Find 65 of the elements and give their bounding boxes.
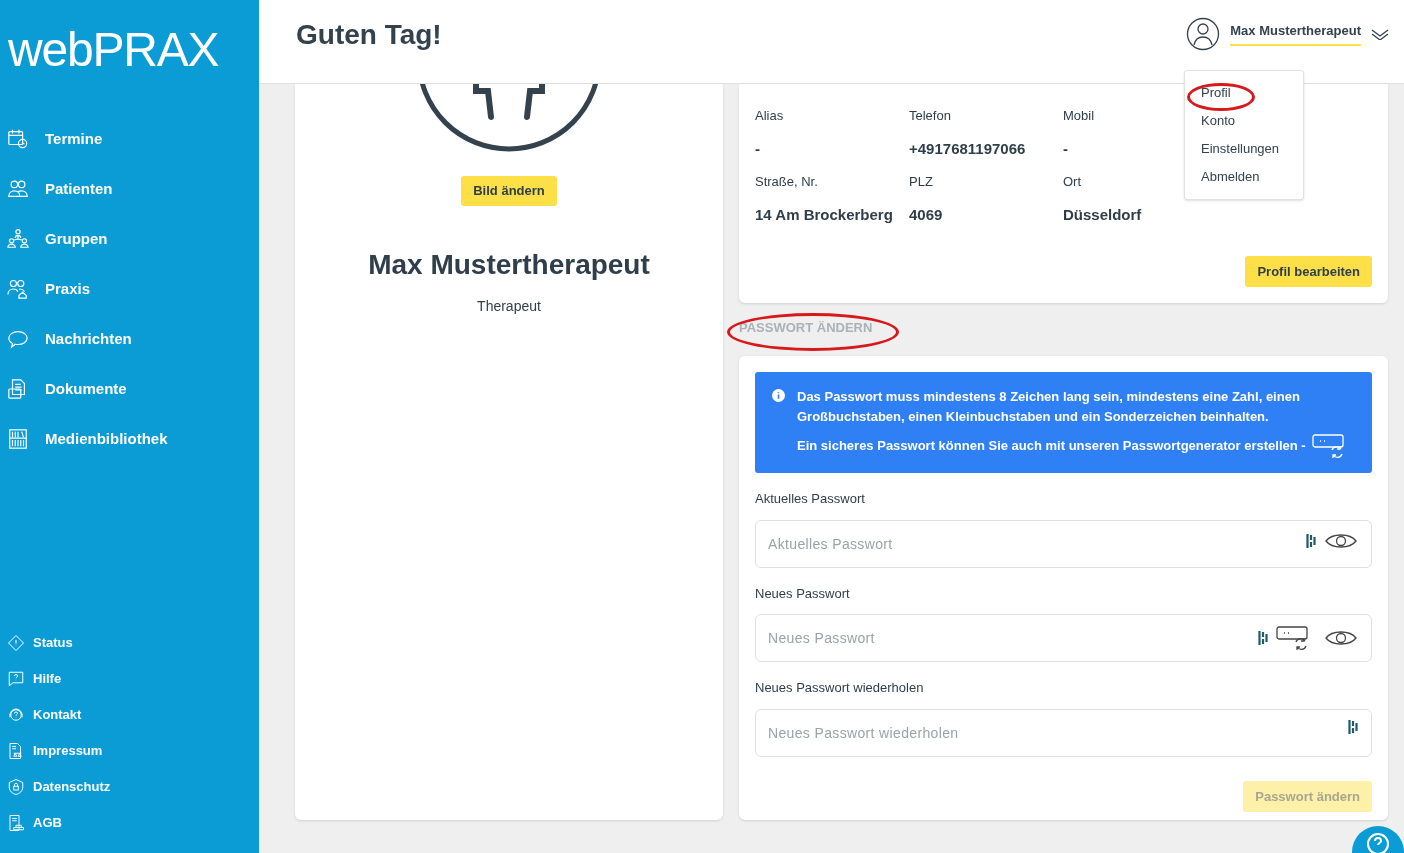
field-value: 14 Am Brockerberg [755,204,894,225]
library-icon [7,428,29,450]
footer-link[interactable]: Hilfe [0,661,259,697]
field-label: Straße, Nr. [755,173,819,191]
password-field[interactable]: Neues Passwort wiederholen [755,708,1372,757]
footer-link[interactable]: Impressum [0,733,259,769]
nav-item[interactable]: Dokumente [0,364,259,414]
field-value: 4069 [909,204,944,225]
user-menu-button[interactable]: Max Mustertherapeut [1230,20,1361,47]
menu-item[interactable]: Abmelden [1185,163,1303,191]
eye-icon[interactable] [1324,628,1358,648]
user-icon[interactable] [1186,16,1221,51]
edit-profile-button[interactable]: Profil bearbeiten [1245,255,1372,287]
info-text: Das Passwort muss mindestens 8 Zeichen lang sein, mindestens eine Zahl, einen Großbuchstaben, einen Kleinbuchstaben und ein Sonderzeichen beinhalten. [797,388,1301,426]
nav-item[interactable]: Praxis [0,264,259,314]
field-label: Neues Passwort wiederholen [755,679,925,697]
logo: webPRAX [7,22,220,78]
nav-item[interactable]: Patienten [0,164,259,214]
section-heading: PASSWORT ÄNDERN [739,318,873,337]
info-text: Ein sicheres Passwort können Sie auch mit unseren Passwortgenerator erstellen - [797,437,1306,456]
change-password-button: Passwort ändern [1243,780,1372,812]
footer-link[interactable]: Datenschutz [0,769,259,805]
nav-item[interactable]: Termine [0,114,259,164]
group-icon [7,228,29,250]
practice-icon [7,278,29,300]
field-label: PLZ [909,173,934,191]
change-picture-button[interactable]: Bild ändern [461,176,557,206]
page-title: Guten Tag! [296,17,442,52]
menu-item[interactable]: Konto [1185,107,1303,135]
field-value: Düsseldorf [1063,204,1143,225]
field-label: Telefon [909,107,952,125]
nav-item[interactable]: Gruppen [0,214,259,264]
footer-link[interactable]: AGB [0,805,259,841]
menu-item[interactable]: Profil [1185,79,1303,107]
strength-icon [1348,719,1358,734]
field-label: Neues Passwort [755,584,851,603]
nav-item[interactable]: Medienbibliothek [0,414,259,464]
help-icon [1366,832,1390,853]
profile-name: Max Mustertherapeut [368,247,650,282]
headset-icon [7,706,25,724]
password-generator-icon[interactable] [1311,433,1346,459]
people-icon [7,178,29,200]
menu-item[interactable]: Einstellungen [1185,135,1303,163]
scale-icon [7,742,25,760]
contract-icon [7,814,25,832]
help-icon [7,670,25,688]
password-field[interactable]: Aktuelles Passwort [755,519,1372,568]
calendar-icon [7,128,29,150]
strength-icon [1306,533,1316,548]
info-icon [772,389,785,402]
field-label: Aktuelles Passwort [755,490,866,508]
chat-icon [7,328,29,350]
footer-link[interactable]: Status [0,625,259,661]
field-label: Alias [755,107,785,125]
password-field[interactable]: Neues Passwort [755,614,1372,662]
password-generator-icon[interactable] [1276,625,1310,651]
nav-item[interactable]: Nachrichten [0,314,259,364]
chevron-down-icon[interactable] [1371,27,1389,40]
shield-icon [7,778,25,796]
field-value: +4917681197066 [909,138,1027,159]
footer-link[interactable]: Kontakt [0,697,259,733]
field-value: - [755,138,761,159]
profile-role: Therapeut [477,296,541,316]
diamond-icon [7,634,25,652]
strength-icon [1258,631,1268,645]
